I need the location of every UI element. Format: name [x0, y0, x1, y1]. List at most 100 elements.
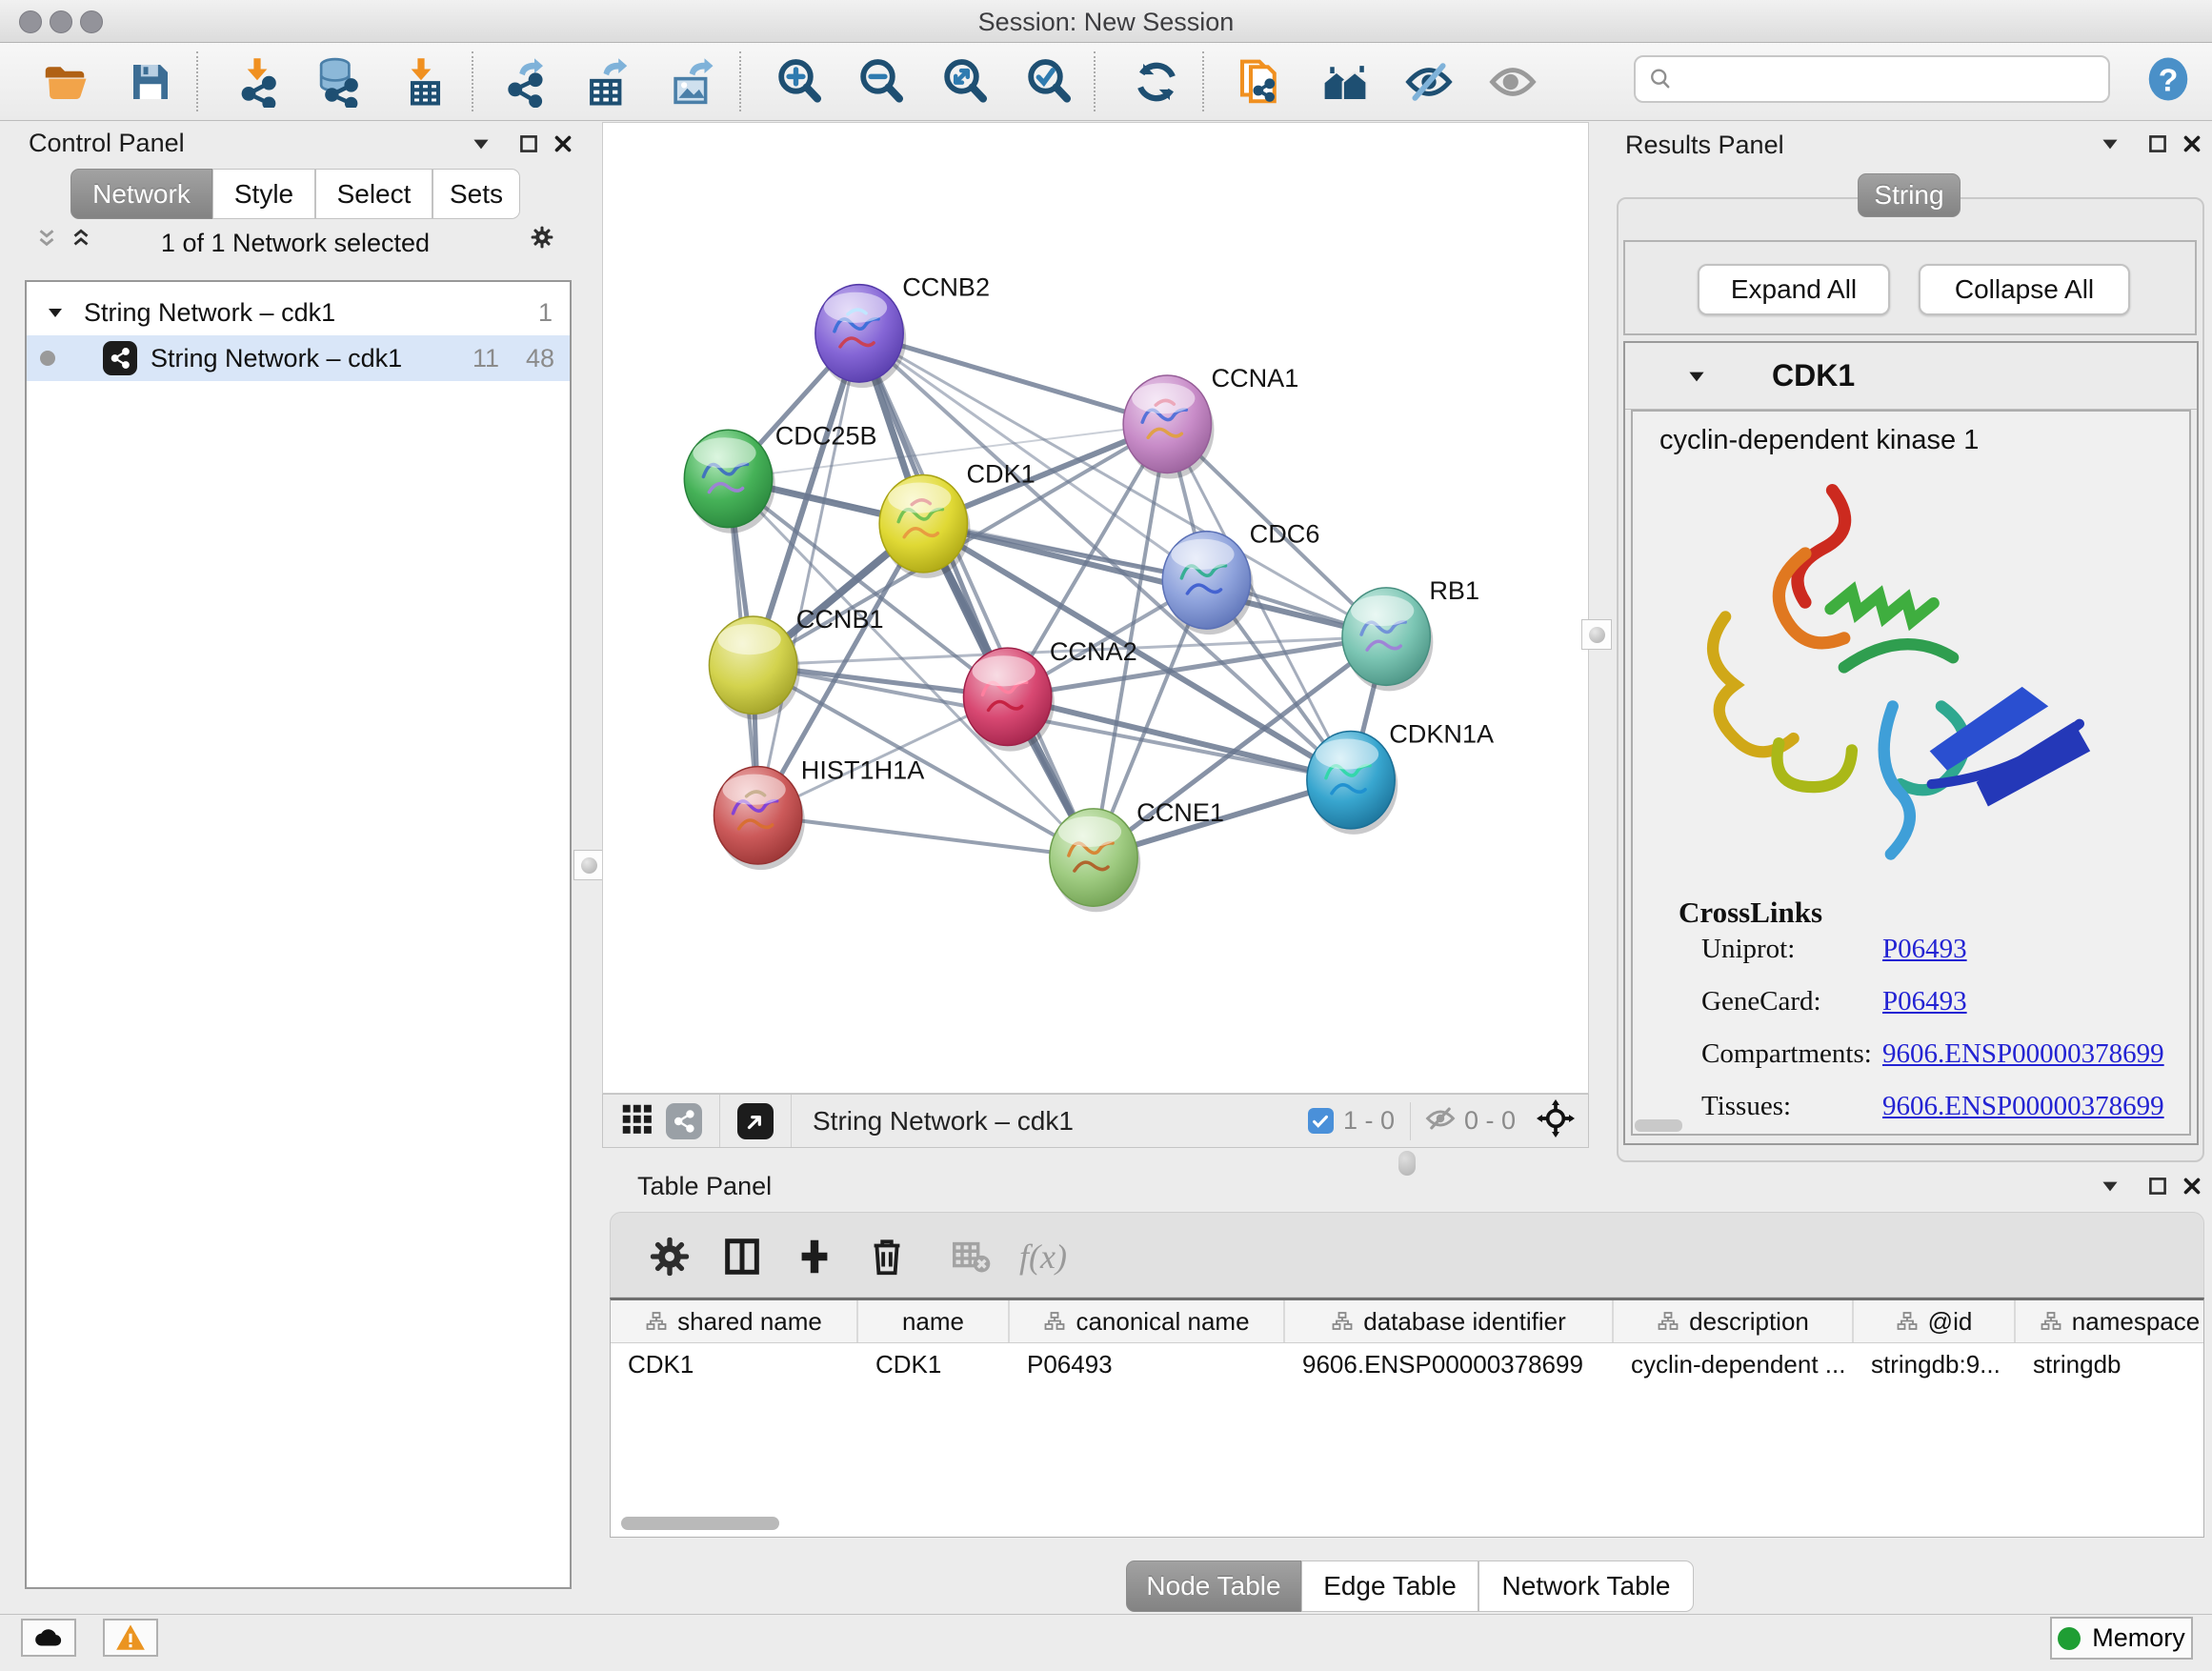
crosslink-link[interactable]: P06493 — [1882, 986, 1967, 1017]
apply-function-button[interactable]: f(x) — [1009, 1232, 1077, 1281]
network-row-selected[interactable]: String Network – cdk1 11 48 — [27, 335, 570, 381]
table-cell[interactable]: P06493 — [1010, 1343, 1285, 1385]
results-hscrollbar-thumb[interactable] — [1635, 1119, 1682, 1132]
birds-eye-toggle-button[interactable] — [1537, 1099, 1575, 1142]
search-input[interactable] — [1674, 64, 2108, 95]
tab-select[interactable]: Select — [315, 169, 432, 219]
collapse-all-networks-button[interactable] — [67, 225, 95, 253]
table-cell[interactable]: stringdb:9... — [1854, 1343, 2016, 1385]
hidden-eye-slash-icon[interactable] — [1424, 1102, 1457, 1139]
toolbar-search-field[interactable] — [1634, 55, 2110, 103]
tab-string[interactable]: String — [1858, 173, 1961, 217]
network-node-RB1[interactable]: RB1 — [1342, 575, 1479, 691]
zoom-out-button[interactable] — [854, 53, 911, 111]
open-in-new-window-button[interactable] — [737, 1103, 774, 1139]
column-header-shared-name[interactable]: shared name — [611, 1300, 858, 1342]
network-node-CDKN1A[interactable]: CDKN1A — [1307, 719, 1495, 835]
column-header--id[interactable]: @id — [1854, 1300, 2016, 1342]
refresh-view-button[interactable] — [1128, 53, 1185, 111]
control-panel-collapse-button[interactable] — [467, 130, 495, 158]
table-panel-close-button[interactable] — [2178, 1172, 2206, 1200]
disclosure-triangle-icon[interactable] — [1684, 364, 1709, 389]
selected-checkbox-icon[interactable] — [1308, 1108, 1334, 1134]
network-panel-options-button[interactable] — [528, 223, 556, 252]
clone-network-button[interactable] — [1231, 53, 1288, 111]
network-node-CDK1[interactable]: CDK1 — [879, 458, 1036, 577]
export-table-button[interactable] — [579, 53, 636, 111]
column-header-name[interactable]: name — [858, 1300, 1010, 1342]
table-cell[interactable]: cyclin-dependent ... — [1614, 1343, 1854, 1385]
table-cell[interactable]: stringdb — [2016, 1343, 2204, 1385]
disclosure-triangle-icon[interactable] — [44, 301, 67, 324]
export-network-button[interactable] — [497, 53, 554, 111]
string-network-graph[interactable]: CCNB2CCNA1CDC25BCDK1CDC6RB1CCNB1CCNA2CDK… — [603, 123, 1588, 1093]
help-button[interactable]: ? — [2140, 50, 2197, 108]
network-node-HIST1H1A[interactable]: HIST1H1A — [714, 755, 925, 870]
node-table[interactable]: shared namenamecanonical namedatabase id… — [610, 1298, 2204, 1538]
network-collection-row[interactable]: String Network – cdk1 1 — [27, 290, 570, 335]
crosslink-link[interactable]: 9606.ENSP00000378699 — [1882, 1038, 2164, 1070]
control-panel-float-button[interactable] — [514, 130, 543, 158]
table-settings-button[interactable] — [645, 1232, 694, 1281]
app-window: Session: New Session — [0, 0, 2212, 1671]
import-table-from-file-button[interactable] — [392, 53, 450, 111]
export-image-button[interactable] — [663, 53, 720, 111]
tab-network[interactable]: Network — [70, 169, 212, 219]
import-network-from-database-button[interactable] — [309, 53, 366, 111]
tab-sets[interactable]: Sets — [432, 169, 520, 219]
add-column-button[interactable] — [790, 1232, 839, 1281]
crosslink-link[interactable]: P06493 — [1882, 934, 1967, 965]
results-panel-float-button[interactable] — [2143, 130, 2172, 158]
tab-style[interactable]: Style — [212, 169, 315, 219]
right-splitter-handle[interactable] — [1581, 619, 1612, 650]
zoom-in-button[interactable] — [772, 53, 829, 111]
horizontal-splitter-handle[interactable] — [1398, 1151, 1416, 1176]
cloud-status-button[interactable] — [21, 1619, 76, 1657]
expand-all-button[interactable]: Expand All — [1698, 264, 1890, 315]
gene-card-header[interactable]: CDK1 — [1625, 343, 2197, 410]
table-row[interactable]: CDK1CDK1P064939606.ENSP00000378699cyclin… — [611, 1343, 2203, 1385]
zoom-selected-button[interactable] — [1021, 53, 1078, 111]
column-header-description[interactable]: description — [1614, 1300, 1854, 1342]
tab-edge-table[interactable]: Edge Table — [1301, 1560, 1478, 1612]
network-node-CCNA1[interactable]: CCNA1 — [1123, 363, 1298, 478]
save-session-button[interactable] — [122, 53, 179, 111]
delete-column-button[interactable] — [862, 1232, 912, 1281]
hide-selected-button[interactable] — [1400, 53, 1458, 111]
network-canvas[interactable]: CCNB2CCNA1CDC25BCDK1CDC6RB1CCNB1CCNA2CDK… — [602, 122, 1589, 1094]
table-hscrollbar-thumb[interactable] — [621, 1517, 779, 1530]
show-columns-button[interactable] — [717, 1232, 767, 1281]
column-header-namespace[interactable]: namespace — [2016, 1300, 2204, 1342]
control-panel-close-button[interactable] — [549, 130, 577, 158]
network-edge[interactable] — [758, 815, 1094, 857]
show-all-button[interactable] — [1484, 53, 1541, 111]
table-panel-float-button[interactable] — [2143, 1172, 2172, 1200]
network-badge-icon[interactable] — [666, 1103, 702, 1139]
network-node-CCNE1[interactable]: CCNE1 — [1050, 797, 1224, 912]
expand-all-networks-button[interactable] — [32, 225, 61, 253]
column-header-database-identifier[interactable]: database identifier — [1285, 1300, 1614, 1342]
table-panel-collapse-button[interactable] — [2096, 1172, 2124, 1200]
import-network-from-file-button[interactable] — [229, 53, 286, 111]
results-panel-close-button[interactable] — [2178, 130, 2206, 158]
import-table-icon — [395, 56, 447, 108]
crosslink-link[interactable]: 9606.ENSP00000378699 — [1882, 1091, 2164, 1122]
tab-network-table[interactable]: Network Table — [1478, 1560, 1694, 1612]
table-cell[interactable]: CDK1 — [611, 1343, 858, 1385]
zoom-fit-button[interactable] — [937, 53, 995, 111]
network-edge[interactable] — [758, 333, 859, 815]
left-splitter-handle[interactable] — [573, 850, 604, 880]
table-cell[interactable]: CDK1 — [858, 1343, 1010, 1385]
memory-button[interactable]: Memory — [2050, 1617, 2193, 1660]
delete-table-button[interactable] — [946, 1232, 995, 1281]
warnings-button[interactable] — [103, 1619, 158, 1657]
tab-node-table[interactable]: Node Table — [1126, 1560, 1301, 1612]
first-neighbors-button[interactable] — [1317, 53, 1374, 111]
results-panel-collapse-button[interactable] — [2096, 130, 2124, 158]
open-session-button[interactable] — [36, 53, 93, 111]
table-cell[interactable]: 9606.ENSP00000378699 — [1285, 1343, 1614, 1385]
grid-view-button[interactable] — [618, 1100, 654, 1141]
column-header-canonical-name[interactable]: canonical name — [1010, 1300, 1285, 1342]
collapse-all-button[interactable]: Collapse All — [1919, 264, 2130, 315]
network-node-CDC25B[interactable]: CDC25B — [684, 420, 876, 533]
